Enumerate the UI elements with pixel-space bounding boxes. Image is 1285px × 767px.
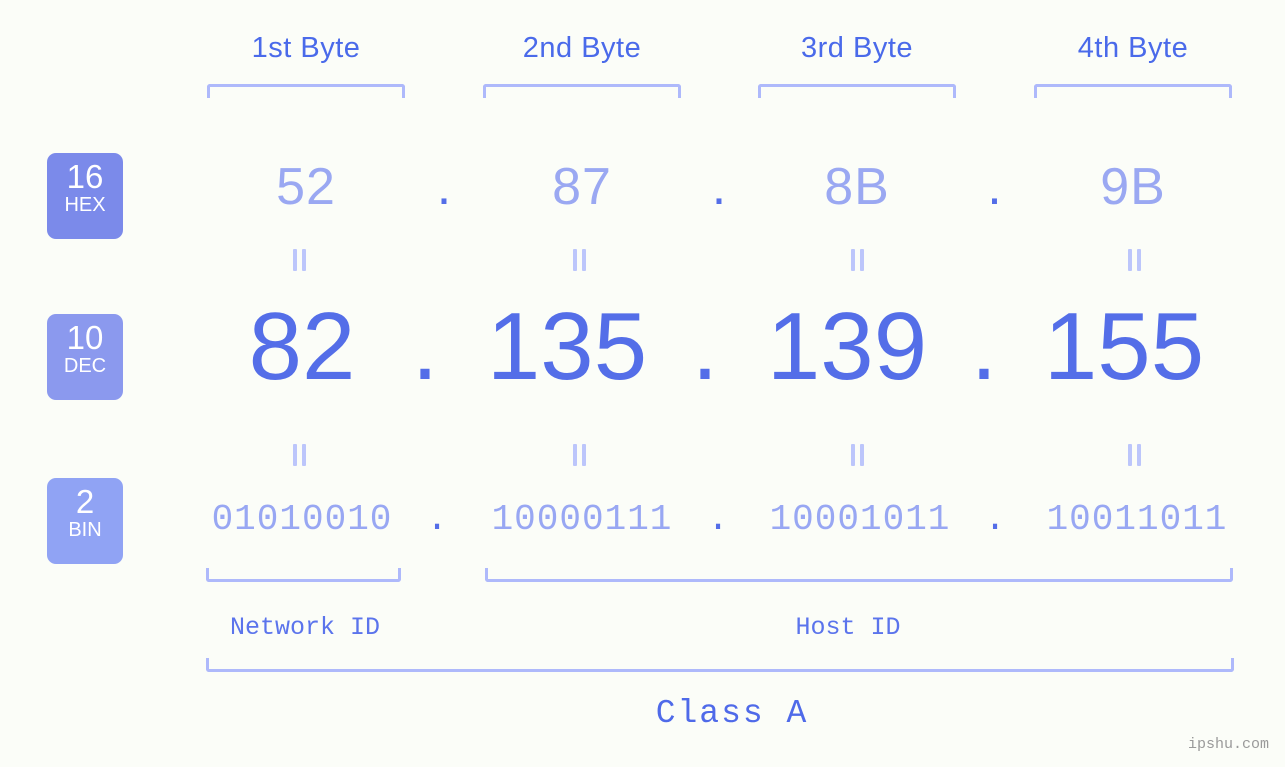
byte-header-2: 2nd Byte [522,32,642,64]
network-id-label: Network ID [229,613,381,642]
equals-mark-dec-bin-4 [1127,444,1143,466]
equals-mark-hex-dec-4 [1127,249,1143,271]
bin-octet-1: 01010010 [211,499,393,540]
bin-octet-3: 10001011 [769,499,951,540]
base-badge-bin-number: 2 [75,483,95,520]
dec-octet-2: 135 [486,293,648,400]
dec-octet-4: 155 [1043,293,1205,400]
hex-octet-3: 8B [824,158,890,216]
host-id-label: Host ID [795,613,901,642]
hex-octet-1: 52 [276,158,336,216]
hex-separator-3: . [987,158,1002,216]
base-badge-dec: 10 DEC [47,314,123,400]
class-label: Class A [655,695,809,732]
equals-mark-hex-dec-1 [292,249,308,271]
equals-mark-dec-bin-3 [850,444,866,466]
byte-header-1: 1st Byte [251,32,361,64]
dec-octet-1: 82 [248,293,356,400]
base-badge-bin: 2 BIN [47,478,123,564]
class-bracket [206,658,1234,672]
byte-bracket-3 [758,84,956,98]
byte-bracket-1 [207,84,405,98]
bin-separator-2: . [707,499,729,540]
equals-mark-hex-dec-2 [572,249,588,271]
equals-mark-hex-dec-3 [850,249,866,271]
dec-separator-1: . [411,293,439,400]
base-badge-hex-number: 16 [66,158,104,195]
base-badge-hex-label: HEX [64,194,106,216]
bin-octet-4: 10011011 [1046,499,1228,540]
equals-mark-dec-bin-1 [292,444,308,466]
hex-separator-2: . [711,158,727,216]
bin-separator-1: . [426,499,448,540]
bin-octet-2: 10000111 [491,499,673,540]
base-badge-hex: 16 HEX [47,153,123,239]
equals-mark-dec-bin-2 [572,444,588,466]
base-badge-dec-number: 10 [66,319,104,356]
byte-header-4: 4th Byte [1077,32,1189,64]
dec-octet-3: 139 [766,293,928,400]
watermark: ipshu.com [1187,736,1269,753]
byte-bracket-2 [483,84,681,98]
network-id-bracket [206,568,401,582]
hex-separator-1: . [436,158,452,216]
bin-separator-3: . [984,499,1006,540]
dec-separator-3: . [970,293,998,400]
ip-address-breakdown-diagram: 1st Byte 2nd Byte 3rd Byte 4th Byte 16 H… [0,0,1285,767]
byte-bracket-4 [1034,84,1232,98]
hex-octet-4: 9B [1100,158,1166,216]
byte-header-3: 3rd Byte [801,32,913,64]
dec-separator-2: . [691,293,719,400]
base-badge-bin-label: BIN [68,519,102,541]
hex-octet-2: 87 [552,158,612,216]
base-badge-dec-label: DEC [63,355,107,377]
host-id-bracket [485,568,1233,582]
